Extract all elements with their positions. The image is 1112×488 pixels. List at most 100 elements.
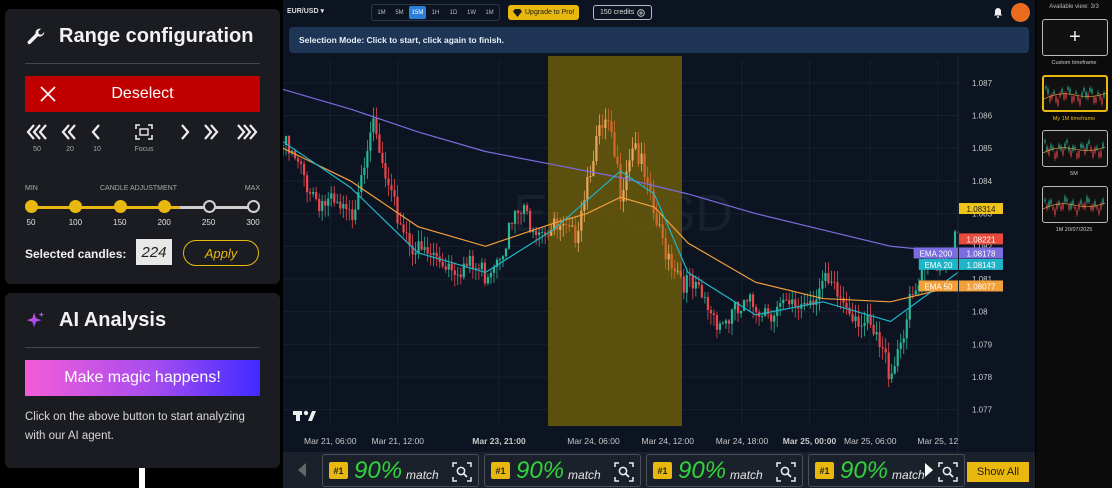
nav-step-label xyxy=(172,146,200,155)
selection-range-band[interactable] xyxy=(548,56,682,426)
price-tag-value: 1.08314 xyxy=(967,205,996,214)
candle-body xyxy=(595,136,598,162)
deselect-button[interactable]: Deselect xyxy=(25,76,260,112)
candle-body xyxy=(694,281,697,289)
deselect-button-label: Deselect xyxy=(111,85,174,102)
timeframe-tab[interactable]: 1W xyxy=(463,6,480,19)
candle-body xyxy=(399,223,402,225)
nav-focus-button[interactable]: Focus xyxy=(130,123,158,155)
match-card[interactable]: #1 90% match xyxy=(808,454,965,487)
zoom-search-icon[interactable] xyxy=(776,462,796,482)
nav-chevron-right-button[interactable] xyxy=(172,123,200,155)
zoom-search-icon[interactable] xyxy=(938,462,958,482)
candle-body xyxy=(477,268,480,270)
timeframe-tab[interactable]: 1H xyxy=(427,6,444,19)
symbol-selector[interactable]: EUR/USD ▾ xyxy=(287,7,324,15)
candle-body xyxy=(833,281,836,283)
upgrade-button[interactable]: Upgrade to Pro! xyxy=(508,5,580,20)
slider-stop[interactable] xyxy=(202,200,216,213)
timeframe-card[interactable] xyxy=(1042,186,1108,223)
candle-body xyxy=(363,167,366,176)
candle-body xyxy=(655,213,658,226)
candle-body xyxy=(712,313,716,316)
ai-analysis-panel: AI Analysis Make magic happens! Click on… xyxy=(5,293,280,468)
candle-body xyxy=(661,224,664,239)
apply-button[interactable]: Apply xyxy=(183,240,259,266)
match-word: match xyxy=(892,467,925,482)
selected-candles-value[interactable]: 224 xyxy=(136,239,172,265)
slider-stop[interactable] xyxy=(247,200,260,213)
timeframe-tab[interactable]: 1D xyxy=(445,6,462,19)
candle-body xyxy=(577,230,580,244)
candle-body xyxy=(893,366,896,374)
avatar[interactable] xyxy=(1011,3,1030,22)
bell-icon[interactable] xyxy=(993,7,1003,18)
candle-body xyxy=(510,222,514,224)
candle-body xyxy=(670,253,673,269)
candle-body xyxy=(721,323,725,325)
chevron-left-icon[interactable] xyxy=(297,463,307,477)
candle-body xyxy=(890,373,893,380)
add-timeframe-card[interactable]: + xyxy=(1042,19,1108,56)
candle-body xyxy=(667,253,670,260)
candle-body xyxy=(845,302,848,308)
timeframe-tab[interactable]: 1M xyxy=(373,6,390,19)
candle-body xyxy=(450,263,453,271)
candle-body xyxy=(589,175,592,177)
candle-body xyxy=(791,299,794,305)
candle-slider-track[interactable] xyxy=(31,206,253,209)
candle-body xyxy=(863,322,866,326)
candle-body xyxy=(673,268,676,272)
slider-stop[interactable] xyxy=(158,200,172,213)
timeframe-card[interactable] xyxy=(1042,75,1108,112)
match-card[interactable]: #1 90% match xyxy=(646,454,803,487)
match-card[interactable]: #1 90% match xyxy=(484,454,641,487)
nav-step-label: Focus xyxy=(134,146,154,153)
nav-triple-chevron-left-button[interactable]: 50 xyxy=(23,123,51,155)
time-tick-label: Mar 25, 00:00 xyxy=(783,436,837,446)
chevron-right-icon[interactable] xyxy=(924,463,934,477)
candle-body xyxy=(405,232,408,234)
zoom-search-icon[interactable] xyxy=(614,462,634,482)
candle-body xyxy=(327,198,330,206)
candle-body xyxy=(387,178,390,186)
slider-stop[interactable] xyxy=(113,200,127,213)
app-root: Range configuration Deselect 50 20 10 Focus… xyxy=(0,0,1112,488)
rank-badge: #1 xyxy=(815,462,834,479)
nav-double-chevron-left-button[interactable]: 20 xyxy=(56,123,84,155)
make-magic-button[interactable]: Make magic happens! xyxy=(25,360,260,396)
chart-area[interactable]: EUR/USD ▾ 1M 5M 15M 1H 1D 1W 1M Upgrade to Pro… xyxy=(283,0,1035,488)
candle-body xyxy=(296,158,300,162)
timeframe-tab[interactable]: 15M xyxy=(409,6,426,19)
credits-badge[interactable]: 150 credits xyxy=(593,5,653,20)
candle-body xyxy=(628,160,631,172)
timeframe-card[interactable] xyxy=(1042,130,1108,167)
candle-body xyxy=(568,224,571,227)
match-card[interactable]: #1 90% match xyxy=(322,454,479,487)
candle-body xyxy=(613,131,616,157)
range-panel-title: Range configuration xyxy=(25,25,253,48)
nav-triple-chevron-right-button[interactable] xyxy=(233,123,261,155)
candle-body xyxy=(619,164,622,202)
timeframe-tab[interactable]: 5M xyxy=(391,6,408,19)
nav-chevron-left-button[interactable]: 10 xyxy=(83,123,111,155)
zoom-search-icon[interactable] xyxy=(452,462,472,482)
candle-body xyxy=(453,270,456,275)
candle-body xyxy=(504,248,508,257)
time-tick-label: Mar 25, 12 xyxy=(917,436,958,446)
candle-body xyxy=(782,299,785,304)
candle-body xyxy=(860,325,863,327)
timeframe-tab[interactable]: 1M xyxy=(481,6,498,19)
slider-stop[interactable] xyxy=(25,200,38,213)
rail-header: Available view: 3/3 xyxy=(1049,4,1099,10)
time-tick-label: Mar 24, 18:00 xyxy=(716,436,769,446)
candle-body xyxy=(342,204,345,209)
show-all-button[interactable]: Show All xyxy=(967,462,1029,482)
nav-double-chevron-right-button[interactable] xyxy=(198,123,226,155)
candle-body xyxy=(538,232,541,236)
triple-chevron-right-icon xyxy=(237,124,258,140)
slider-stop[interactable] xyxy=(69,200,83,213)
candle-body xyxy=(283,144,285,146)
mini-chart-thumbnail xyxy=(1043,84,1107,108)
price-chart[interactable]: EURUSD1.0871.0861.0851.0841.0831.0821.08… xyxy=(283,56,1035,452)
